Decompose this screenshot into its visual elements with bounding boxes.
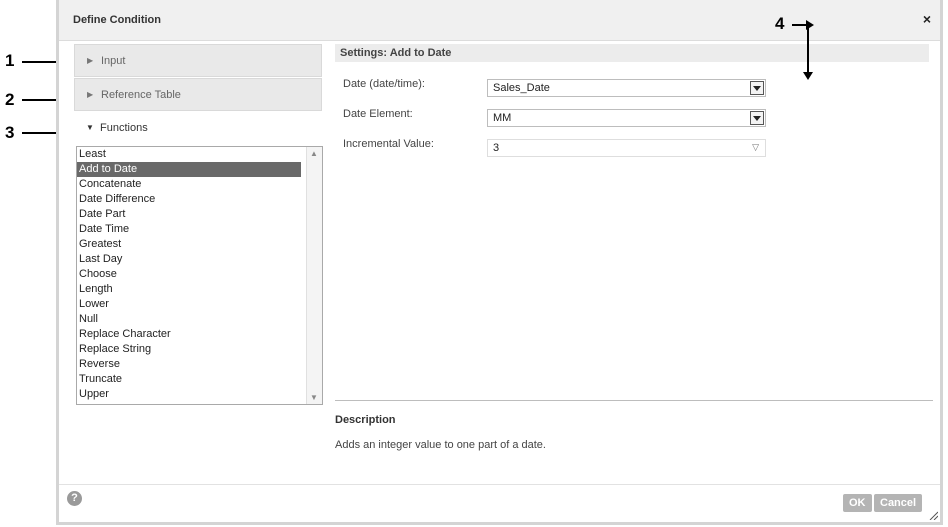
- list-item[interactable]: Last Day: [77, 252, 301, 267]
- date-field-label: Date (date/time):: [343, 78, 425, 90]
- list-item[interactable]: Concatenate: [77, 177, 301, 192]
- accordion-input[interactable]: ▶ Input: [74, 44, 322, 77]
- callout-4-arrow: [807, 24, 809, 72]
- functions-list-items: Least Add to Date Concatenate Date Diffe…: [77, 147, 322, 402]
- list-item[interactable]: Truncate: [77, 372, 301, 387]
- date-select-value: Sales_Date: [493, 82, 550, 94]
- incremental-value-label: Incremental Value:: [343, 138, 434, 150]
- define-condition-dialog: Define Condition × ▶ Input ▶ Reference T…: [56, 0, 943, 525]
- list-item[interactable]: Choose: [77, 267, 301, 282]
- date-element-select[interactable]: MM: [487, 109, 766, 127]
- list-item[interactable]: Least: [77, 147, 301, 162]
- cancel-button[interactable]: Cancel: [874, 494, 923, 512]
- list-item[interactable]: Greatest: [77, 237, 301, 252]
- chevron-down-icon[interactable]: [750, 111, 764, 125]
- incremental-value-combo[interactable]: 3 ▽: [487, 139, 766, 157]
- accordion-functions-label: Functions: [100, 122, 148, 134]
- date-element-value: MM: [493, 112, 512, 124]
- description-title: Description: [335, 414, 396, 426]
- chevron-down-icon[interactable]: ▽: [752, 142, 759, 153]
- accordion-input-label: Input: [101, 55, 126, 67]
- callout-4-line: [792, 20, 814, 30]
- list-item[interactable]: Lower: [77, 297, 301, 312]
- description-text: Adds an integer value to one part of a d…: [335, 439, 546, 451]
- list-item[interactable]: Replace Character: [77, 327, 301, 342]
- scroll-up-icon[interactable]: ▲: [310, 149, 318, 158]
- callout-2: 2: [5, 90, 15, 109]
- callout-1: 1: [5, 51, 15, 70]
- callout-4-arrowhead: [803, 72, 813, 80]
- triangle-right-icon: ▶: [87, 90, 94, 99]
- list-item[interactable]: Reverse: [77, 357, 301, 372]
- callout-3: 3: [5, 123, 15, 142]
- close-icon[interactable]: ×: [923, 11, 931, 27]
- triangle-right-icon: ▶: [87, 56, 94, 65]
- list-item[interactable]: Upper: [77, 387, 301, 402]
- date-element-label: Date Element:: [343, 108, 413, 120]
- help-icon[interactable]: ?: [67, 491, 82, 506]
- list-item[interactable]: Null: [77, 312, 301, 327]
- description-divider: [335, 400, 933, 401]
- list-item[interactable]: Date Difference: [77, 192, 301, 207]
- list-item-selected[interactable]: Add to Date: [77, 162, 301, 177]
- footer-divider: [59, 484, 940, 485]
- ok-button[interactable]: OK: [843, 494, 872, 512]
- settings-title: Settings: Add to Date: [340, 47, 452, 59]
- callout-4: 4: [775, 14, 785, 33]
- list-item[interactable]: Date Time: [77, 222, 301, 237]
- list-item[interactable]: Date Part: [77, 207, 301, 222]
- scroll-down-icon[interactable]: ▼: [310, 393, 318, 402]
- functions-list[interactable]: Least Add to Date Concatenate Date Diffe…: [76, 146, 323, 405]
- accordion-reference-table-label: Reference Table: [101, 89, 181, 101]
- date-select[interactable]: Sales_Date: [487, 79, 766, 97]
- settings-header: Settings: Add to Date: [335, 44, 929, 62]
- dialog-title: Define Condition: [73, 14, 161, 26]
- list-item[interactable]: Length: [77, 282, 301, 297]
- resize-grip-icon[interactable]: [928, 510, 938, 520]
- accordion-functions[interactable]: ▼ Functions: [74, 112, 322, 145]
- functions-scrollbar[interactable]: ▲ ▼: [306, 147, 322, 404]
- triangle-down-icon: ▼: [86, 123, 94, 132]
- list-item[interactable]: Replace String: [77, 342, 301, 357]
- incremental-value-value: 3: [493, 142, 500, 154]
- chevron-down-icon[interactable]: [750, 81, 764, 95]
- accordion-reference-table[interactable]: ▶ Reference Table: [74, 78, 322, 111]
